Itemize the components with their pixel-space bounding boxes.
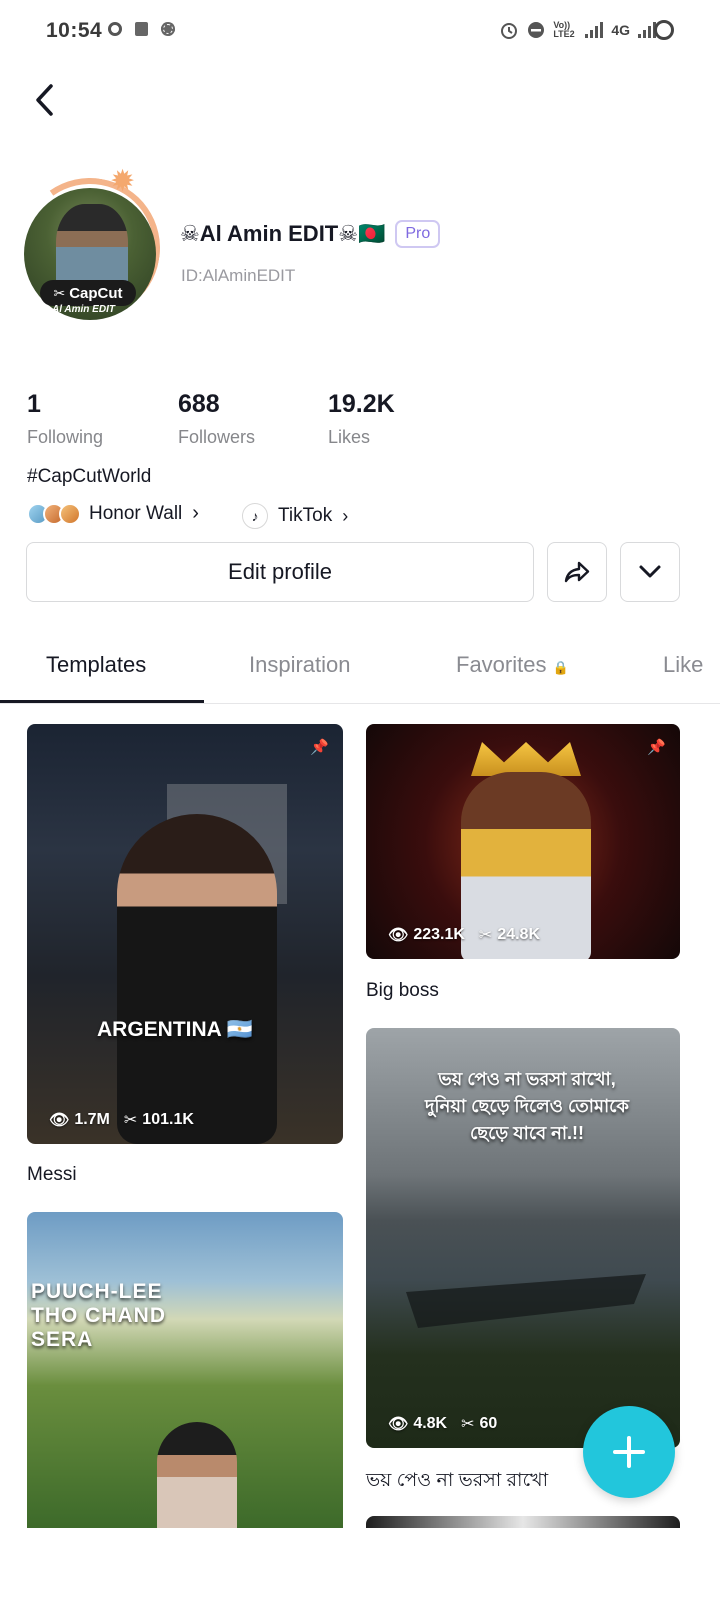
honor-wall-label: Honor Wall — [89, 502, 183, 524]
template-overlay-text: PUUCH-LEE THO CHAND SERA — [31, 1280, 166, 1351]
use-count: 101.1K — [142, 1111, 194, 1128]
avatar[interactable]: ✂ CapCut Al Amin EDIT — [8, 166, 172, 330]
template-overlay-text: ভয় পেও না ভরসা রাখো, দুনিয়া ছেড়ে দিলে… — [424, 1069, 630, 1143]
chevron-right-icon: › — [192, 502, 199, 524]
chevron-down-icon — [639, 565, 661, 578]
stat-following[interactable]: 1 Following — [27, 390, 103, 448]
share-icon — [564, 561, 590, 583]
template-card[interactable]: ভয় পেও না ভরসা রাখো, দুনিয়া ছেড়ে দিলে… — [366, 1028, 680, 1448]
view-count: 4.8K — [413, 1415, 448, 1432]
battery-icon — [654, 20, 674, 40]
capcut-badge: ✂ CapCut — [40, 280, 136, 306]
lock-icon: 🔒 — [552, 660, 569, 675]
profile-tabs: Templates Inspiration Favorites 🔒 Like — [0, 632, 720, 704]
bio: #CapCutWorld — [27, 466, 152, 487]
status-bar: 10:54 Vo)) LTE2 4G — [0, 0, 720, 62]
capcut-logo-icon: ✂ — [53, 284, 66, 301]
back-button[interactable] — [26, 80, 62, 120]
tiktok-label: TikTok — [278, 505, 333, 526]
template-title[interactable]: ভয় পেও না ভরসা রাখো — [366, 1466, 548, 1498]
stat-likes[interactable]: 19.2K Likes — [328, 390, 395, 448]
tiktok-icon: ♪ — [242, 503, 268, 529]
scissors-icon: ✂ — [478, 927, 493, 944]
view-count: 223.1K — [413, 926, 465, 943]
do-not-disturb-icon — [528, 22, 545, 38]
views-icon: 👁 — [49, 1112, 70, 1129]
volte-label: Vo)) LTE2 — [553, 20, 575, 39]
chevron-left-icon — [36, 84, 53, 116]
template-overlay-text: ARGENTINA 🇦🇷 — [97, 1018, 254, 1041]
stat-followers[interactable]: 688 Followers — [178, 390, 255, 448]
tab-likes[interactable]: Like — [663, 652, 703, 678]
tab-templates[interactable]: Templates — [46, 652, 146, 678]
user-id: ID:AlAminEDIT — [181, 266, 296, 285]
medal-icon — [59, 502, 81, 525]
use-count: 60 — [479, 1415, 498, 1432]
plus-icon — [613, 1436, 645, 1468]
template-card[interactable]: 📌 👁 223.1K ✂ 24.8K — [366, 724, 680, 959]
pin-icon: 📌 — [647, 739, 666, 756]
template-thumbnail — [117, 814, 277, 1144]
edit-profile-button[interactable]: Edit profile — [26, 542, 534, 602]
template-thumbnail — [406, 1274, 646, 1328]
sparkle-icon: ✹ — [110, 165, 136, 198]
create-button[interactable] — [583, 1406, 675, 1498]
app-notification-icon — [135, 22, 148, 36]
template-card[interactable]: PUUCH-LEE THO CHAND SERA — [27, 1212, 343, 1528]
crown-icon — [471, 742, 581, 776]
display-name: ☠Al Amin EDIT☠🇧🇩 — [180, 221, 386, 246]
share-button[interactable] — [547, 542, 607, 602]
template-card[interactable]: ARGENTINA 🇦🇷 📌 👁 1.7M ✂ 101.1K — [27, 724, 343, 1144]
active-tab-indicator — [0, 700, 204, 703]
alarm-icon — [501, 23, 518, 39]
scissors-icon: ✂ — [461, 1416, 475, 1433]
signal-icon — [585, 22, 604, 38]
pro-badge[interactable]: Pro — [395, 220, 441, 248]
network-label: 4G — [611, 22, 630, 38]
use-count: 24.8K — [497, 926, 541, 943]
chevron-right-icon: › — [342, 505, 349, 526]
scissors-icon: ✂ — [123, 1112, 138, 1129]
status-time: 10:54 — [46, 19, 103, 42]
tiktok-link[interactable]: ♪ TikTok › — [242, 503, 348, 529]
view-count: 1.7M — [74, 1111, 110, 1128]
pin-icon: 📌 — [310, 739, 329, 756]
template-card[interactable] — [366, 1516, 680, 1528]
views-icon: 👁 — [388, 1416, 409, 1433]
notification-dot-icon — [108, 22, 122, 36]
honor-wall-link[interactable]: Honor Wall › — [27, 502, 199, 525]
tab-favorites[interactable]: Favorites 🔒 — [456, 652, 569, 678]
more-button[interactable] — [620, 542, 680, 602]
template-thumbnail — [157, 1422, 237, 1528]
template-title[interactable]: Big boss — [366, 980, 439, 1002]
views-icon: 👁 — [388, 927, 409, 944]
avatar-watermark: Al Amin EDIT — [52, 304, 115, 315]
template-title[interactable]: Messi — [27, 1164, 77, 1186]
settings-notification-icon — [161, 22, 175, 36]
tab-inspiration[interactable]: Inspiration — [249, 652, 351, 678]
